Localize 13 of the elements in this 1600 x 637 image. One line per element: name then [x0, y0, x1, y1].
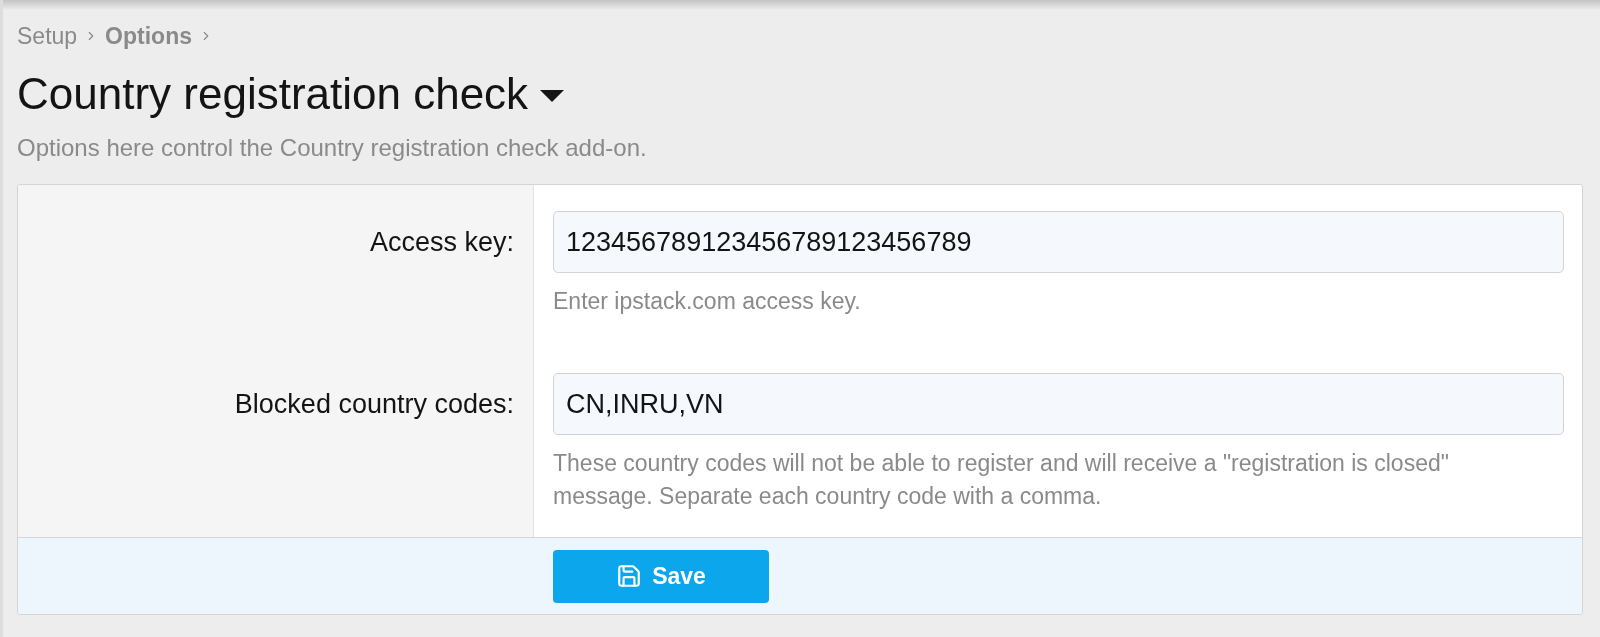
text-input[interactable]: 123456789123456789123456789 — [553, 211, 1564, 273]
dropdown-caret-icon[interactable] — [540, 90, 565, 102]
text-input[interactable]: CN,INRU,VN — [553, 373, 1564, 435]
save-icon — [616, 563, 643, 589]
breadcrumb-link[interactable]: Options — [105, 22, 192, 50]
field-hint: Enter ipstack.com access key. — [553, 287, 862, 316]
field-label: Access key: — [369, 225, 514, 259]
field-hint: These country codes will not be able to register and will receive a "registration is closed" message. Separate each country code with a comma. — [553, 449, 1450, 511]
page-description: Options here control the Country registration check add-on. — [17, 133, 648, 163]
breadcrumb-link[interactable]: Setup — [17, 22, 78, 50]
field-label: Blocked country codes: — [234, 387, 514, 421]
page-title: Country registration check — [17, 68, 529, 120]
save-button[interactable]: Save — [553, 549, 769, 603]
